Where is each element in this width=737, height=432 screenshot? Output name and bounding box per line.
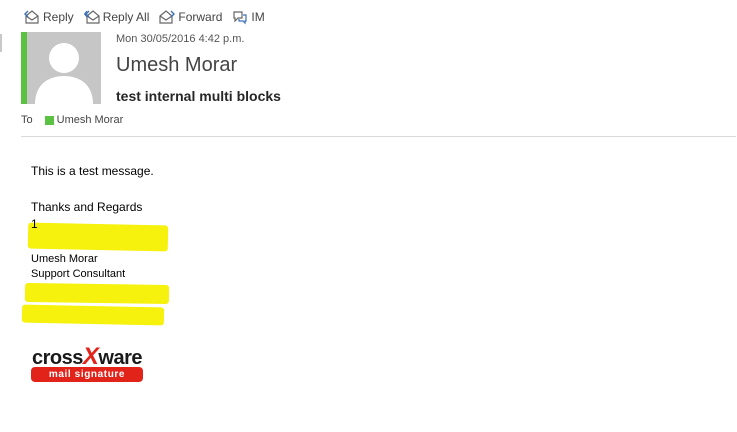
body-line: This is a test message. [31,164,154,178]
recipients-row: To Umesh Morar [21,114,123,126]
reply-all-label: Reply All [102,10,150,24]
reply-icon [24,10,39,24]
header-divider [21,136,736,137]
message-subject: test internal multi blocks [116,88,281,104]
im-button[interactable]: IM [232,9,265,25]
redaction-highlight [27,222,169,252]
body-number: 1 [31,217,38,231]
reply-button[interactable]: Reply [24,9,74,25]
person-silhouette-icon [35,43,93,104]
window-edge [0,34,2,52]
message-toolbar: Reply Reply All Forward IM [24,8,275,26]
im-label: IM [251,10,265,24]
signature-name: Umesh Morar [31,253,98,265]
reply-all-icon [83,10,100,24]
redaction-highlight [24,282,170,305]
avatar[interactable] [27,32,101,104]
redaction-highlight [21,304,165,326]
forward-button[interactable]: Forward [159,9,222,25]
reply-all-button[interactable]: Reply All [83,9,150,25]
reply-label: Reply [43,10,74,24]
logo-tagline: mail signature [31,367,143,382]
presence-square-icon [44,115,54,125]
signature-title: Support Consultant [31,268,126,280]
recipient-name[interactable]: Umesh Morar [57,114,124,126]
sent-date: Mon 30/05/2016 4:42 p.m. [116,33,245,45]
to-label: To [21,114,33,126]
chat-bubble-icon [233,11,247,25]
forward-icon [159,10,176,24]
body-regards: Thanks and Regards [31,200,143,214]
crossware-logo: crossXware mail signature [30,343,144,383]
forward-label: Forward [178,10,223,24]
sender-name[interactable]: Umesh Morar [116,54,237,77]
